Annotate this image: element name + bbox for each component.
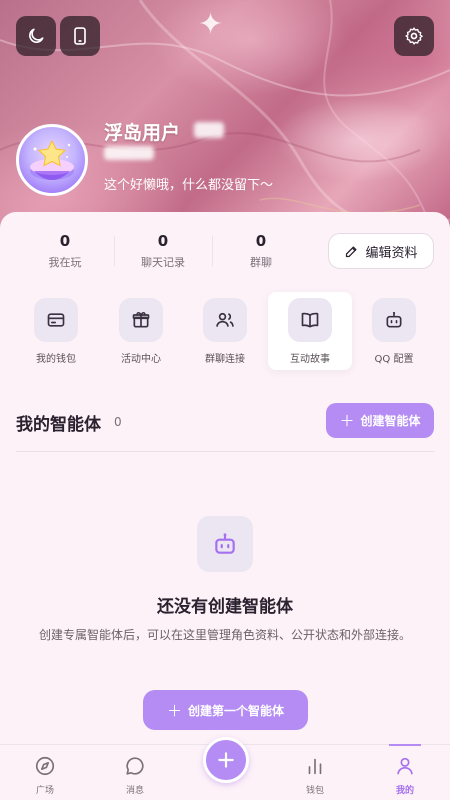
avatar[interactable] <box>16 124 88 196</box>
robot-icon <box>215 533 235 554</box>
action-label: 活动中心 <box>121 354 161 365</box>
stat-label: 群聊 <box>250 256 272 269</box>
book-icon-container <box>288 298 332 342</box>
tab-label: 钱包 <box>305 786 324 796</box>
redacted-user-info <box>104 146 154 160</box>
tab-messages[interactable]: 消息 <box>105 755 165 796</box>
action-label: 互动故事 <box>290 354 330 365</box>
action-wallet[interactable]: 我的钱包 <box>14 292 98 370</box>
dark-mode-button[interactable] <box>16 16 56 56</box>
stat-value: 0 <box>255 232 267 250</box>
stat-playing[interactable]: 0 我在玩 <box>16 232 114 270</box>
action-label: 我的钱包 <box>36 354 76 365</box>
gift-icon <box>132 312 150 328</box>
users-icon-container <box>203 298 247 342</box>
plus-icon: ＋ <box>166 701 182 720</box>
section-divider <box>16 451 434 452</box>
action-activity-center[interactable]: 活动中心 <box>99 292 183 370</box>
chat-icon <box>126 757 144 775</box>
redacted-user-id <box>194 122 224 138</box>
floating-island-avatar-image <box>30 139 74 180</box>
plus-icon <box>218 752 234 768</box>
empty-state-title: 还没有创建智能体 <box>157 597 293 617</box>
device-mode-button[interactable] <box>60 16 100 56</box>
stat-chat-history[interactable]: 0 聊天记录 <box>114 232 212 270</box>
stat-label: 聊天记录 <box>141 256 185 269</box>
tab-label: 我的 <box>395 786 414 796</box>
gift-icon-container <box>119 298 163 342</box>
edit-profile-label: 编辑资料 <box>365 245 418 261</box>
sparkle-icon: ✦ <box>198 7 224 42</box>
wallet-icon-container <box>34 298 78 342</box>
chart-icon <box>308 758 322 775</box>
wallet-icon <box>47 313 65 327</box>
create-agent-button[interactable]: ＋ 创建智能体 <box>326 403 434 438</box>
users-icon <box>216 312 234 327</box>
tab-me[interactable]: 我的 <box>375 755 435 796</box>
action-qq-config[interactable]: QQ 配置 <box>352 292 436 370</box>
user-bio: 这个好懒哦，什么都没留下～ <box>104 178 274 193</box>
stat-value: 0 <box>157 232 169 250</box>
gear-icon <box>405 27 423 45</box>
action-label: QQ 配置 <box>374 354 414 365</box>
robot-icon <box>386 311 402 328</box>
create-first-agent-button[interactable]: ＋ 创建第一个智能体 <box>143 690 308 730</box>
tab-label: 广场 <box>35 786 54 796</box>
quick-actions: 我的钱包 活动中心 群聊连接 互动故事 QQ 配置 <box>0 292 450 372</box>
stat-value: 0 <box>59 232 71 250</box>
agents-count: 0 <box>114 415 122 429</box>
edit-profile-button[interactable]: 编辑资料 <box>328 233 434 269</box>
create-first-agent-label: 创建第一个智能体 <box>188 703 285 718</box>
action-group-connect[interactable]: 群聊连接 <box>183 292 267 370</box>
tab-plaza[interactable]: 广场 <box>15 755 75 796</box>
profile-content-card: 0 我在玩 0 聊天记录 0 群聊 编辑资料 我的钱包 活动中心 群聊连接 互动… <box>0 212 450 746</box>
empty-state-description: 创建专属智能体后，可以在这里管理角色资料、公开状态和外部连接。 <box>38 628 411 642</box>
compass-icon <box>35 756 55 776</box>
action-label: 群聊连接 <box>205 354 245 365</box>
settings-button[interactable] <box>394 16 434 56</box>
moon-icon <box>29 28 44 43</box>
robot-icon-container <box>372 298 416 342</box>
user-icon <box>397 757 413 775</box>
tab-label: 消息 <box>125 786 144 796</box>
create-fab-button[interactable] <box>203 737 249 783</box>
stat-group-chats[interactable]: 0 群聊 <box>212 232 310 270</box>
active-tab-indicator <box>389 744 421 746</box>
username: 浮岛用户 <box>104 122 181 144</box>
stats-row: 0 我在玩 0 聊天记录 0 群聊 <box>16 232 312 270</box>
action-interactive-story[interactable]: 互动故事 <box>268 292 352 370</box>
empty-state-icon-container <box>197 516 253 572</box>
plus-icon: ＋ <box>339 412 355 430</box>
book-icon <box>301 312 319 328</box>
tab-wallet[interactable]: 钱包 <box>285 755 345 796</box>
create-agent-label: 创建智能体 <box>360 414 421 428</box>
agents-section-title: 我的智能体 <box>16 415 101 435</box>
stat-label: 我在玩 <box>48 256 82 269</box>
pencil-icon <box>346 246 357 257</box>
phone-icon <box>74 27 86 45</box>
